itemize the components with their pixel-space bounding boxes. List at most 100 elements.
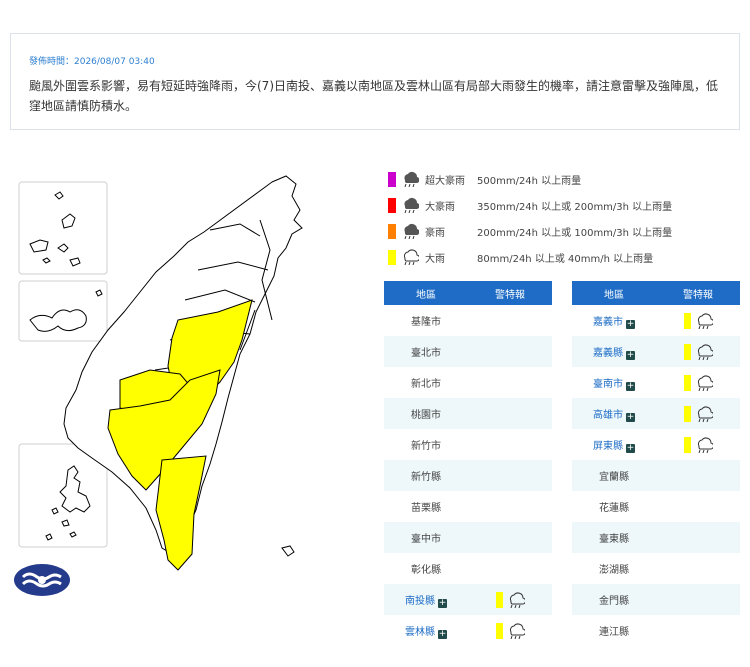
expand-plus-icon[interactable]: +: [626, 412, 635, 422]
warning-cell: [468, 491, 552, 522]
pingtung-region[interactable]: [155, 455, 207, 571]
warning-cell: [468, 522, 552, 553]
area-name: 連江縣: [599, 627, 629, 638]
area-cell[interactable]: 高雄市 +: [572, 398, 656, 429]
expand-plus-icon[interactable]: +: [626, 319, 635, 329]
table-row: 宜蘭縣: [572, 460, 740, 491]
table-row: 澎湖縣: [572, 553, 740, 584]
alert-level-bar: [683, 312, 691, 329]
table-row: 基隆市: [384, 305, 552, 336]
legend-desc: 350mm/24h 以上或 200mm/3h 以上雨量: [477, 201, 673, 213]
table-row: 臺北市: [384, 336, 552, 367]
warning-cell: [656, 336, 740, 367]
table-row: 金門縣: [572, 584, 740, 615]
notice-panel: 發佈時間：2026/08/07 03:40 颱風外圍雲系影響，易有短延時強降雨，…: [10, 33, 740, 130]
area-cell: 新竹市: [384, 429, 468, 460]
table-row: 桃園市: [384, 398, 552, 429]
area-name: 臺北市: [411, 348, 441, 359]
area-name[interactable]: 臺南市: [593, 379, 623, 390]
warning-cell: [468, 615, 552, 646]
expand-plus-icon[interactable]: +: [626, 381, 635, 391]
warning-cell: [656, 584, 740, 615]
area-cell: 臺中市: [384, 522, 468, 553]
area-name: 桃園市: [411, 410, 441, 421]
rain-cloud-icon: [697, 344, 713, 360]
legend-row: 超大豪雨 500mm/24h 以上雨量: [388, 166, 728, 192]
table-row: 新竹縣: [384, 460, 552, 491]
area-name: 臺東縣: [599, 534, 629, 545]
heavy-rain-icon: [404, 172, 419, 187]
area-name[interactable]: 雲林縣: [405, 627, 435, 638]
area-name[interactable]: 嘉義市: [593, 317, 623, 328]
area-name: 臺中市: [411, 534, 441, 545]
table-row: 雲林縣 +: [384, 615, 552, 646]
area-cell: 彰化縣: [384, 553, 468, 584]
rain-cloud-icon: [697, 406, 713, 422]
legend-desc: 80mm/24h 以上或 40mm/h 以上雨量: [477, 253, 654, 265]
warning-cell: [656, 398, 740, 429]
warning-message: 颱風外圍雲系影響，易有短延時強降雨，今(7)日南投、嘉義以南地區及雲林山區有局部…: [29, 79, 719, 113]
rain-cloud-icon: [697, 437, 713, 453]
table-row: 彰化縣: [384, 553, 552, 584]
area-cell: 新北市: [384, 367, 468, 398]
legend-name: 豪雨: [425, 227, 445, 239]
area-name[interactable]: 南投縣: [405, 596, 435, 607]
table-row: 臺南市 +: [572, 367, 740, 398]
expand-plus-icon[interactable]: +: [626, 443, 635, 453]
rain-cloud-icon: [509, 623, 525, 639]
alert-level-bar: [683, 436, 691, 453]
area-cell[interactable]: 雲林縣 +: [384, 615, 468, 646]
table-row: 嘉義縣 +: [572, 336, 740, 367]
legend-desc: 200mm/24h 以上或 100mm/3h 以上雨量: [477, 227, 673, 239]
heavy-rain-icon: [404, 198, 419, 213]
header-warning: 警特報: [468, 281, 552, 305]
legend-row: 豪雨 200mm/24h 以上或 100mm/3h 以上雨量: [388, 218, 728, 244]
table-row: 嘉義市 +: [572, 305, 740, 336]
expand-plus-icon[interactable]: +: [626, 350, 635, 360]
legend-row: 大雨 80mm/24h 以上或 40mm/h 以上雨量: [388, 244, 728, 270]
warning-cell: [656, 305, 740, 336]
warning-cell: [468, 336, 552, 367]
legend-name: 大豪雨: [425, 201, 455, 213]
table-row: 屏東縣 +: [572, 429, 740, 460]
area-cell: 金門縣: [572, 584, 656, 615]
area-name: 基隆市: [411, 317, 441, 328]
area-cell[interactable]: 屏東縣 +: [572, 429, 656, 460]
area-name[interactable]: 高雄市: [593, 410, 623, 421]
expand-plus-icon[interactable]: +: [438, 598, 447, 608]
warning-cell: [656, 522, 740, 553]
warning-cell: [656, 553, 740, 584]
legend-swatch: [388, 249, 396, 265]
area-name: 新北市: [411, 379, 441, 390]
table-row: 新竹市: [384, 429, 552, 460]
legend-name: 大雨: [425, 253, 445, 265]
area-cell: 桃園市: [384, 398, 468, 429]
warning-cell: [468, 429, 552, 460]
area-name[interactable]: 屏東縣: [593, 441, 623, 452]
rain-cloud-icon: [403, 249, 419, 265]
rain-cloud-icon: [697, 313, 713, 329]
area-cell[interactable]: 嘉義市 +: [572, 305, 656, 336]
legend-swatch: [388, 223, 396, 239]
warning-cell: [656, 615, 740, 646]
area-cell: 宜蘭縣: [572, 460, 656, 491]
header-area: 地區: [572, 281, 656, 305]
warning-cell: [468, 367, 552, 398]
warning-cell: [656, 460, 740, 491]
warning-table-left: 地區 警特報 基隆市 臺北市 新北市 桃園市 新竹市 新竹縣 苗栗縣 臺中市 彰化縣 南投縣 + 雲林…: [384, 281, 552, 646]
header-warning: 警特報: [656, 281, 740, 305]
alert-level-bar: [683, 374, 691, 391]
area-cell: 新竹縣: [384, 460, 468, 491]
area-cell[interactable]: 嘉義縣 +: [572, 336, 656, 367]
area-name[interactable]: 嘉義縣: [593, 348, 623, 359]
expand-plus-icon[interactable]: +: [438, 629, 447, 639]
area-cell[interactable]: 南投縣 +: [384, 584, 468, 615]
alert-level-bar: [683, 343, 691, 360]
area-cell[interactable]: 臺南市 +: [572, 367, 656, 398]
warning-cell: [656, 367, 740, 398]
area-name: 花蓮縣: [599, 503, 629, 514]
area-cell: 澎湖縣: [572, 553, 656, 584]
table-row: 花蓮縣: [572, 491, 740, 522]
warning-cell: [468, 584, 552, 615]
taiwan-warning-map: [18, 175, 303, 571]
